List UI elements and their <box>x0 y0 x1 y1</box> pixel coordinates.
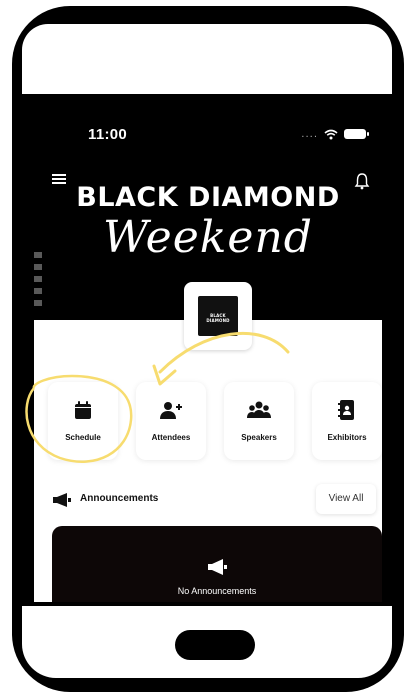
attendees-tile[interactable]: Attendees <box>136 382 206 460</box>
add-person-icon <box>160 402 182 419</box>
speakers-label: Speakers <box>241 433 277 442</box>
schedule-tile[interactable]: Schedule <box>48 382 118 460</box>
wifi-icon <box>324 129 338 139</box>
megaphone-icon <box>208 559 227 575</box>
announcements-title: Announcements <box>80 493 159 504</box>
view-all-button[interactable]: View All <box>316 484 376 514</box>
announcements-card: No Announcements <box>52 526 382 602</box>
brand-title: BLACK DIAMOND <box>76 182 340 213</box>
megaphone-icon <box>53 493 71 507</box>
app-screen: 11:00 .... BLACK DIAMOND Weekend BLACK D… <box>34 104 382 602</box>
battery-icon <box>344 129 369 139</box>
announcements-header: Announcements View All <box>52 484 378 514</box>
status-icons: .... <box>301 126 369 142</box>
speakers-tile[interactable]: Speakers <box>224 382 294 460</box>
signal-icon: .... <box>301 128 318 140</box>
attendees-label: Attendees <box>151 433 191 442</box>
calendar-icon <box>75 401 91 419</box>
no-announcements-text: No Announcements <box>177 586 257 596</box>
event-logo: BLACK DIAMOND <box>184 282 252 350</box>
event-logo-text: BLACK DIAMOND <box>206 313 230 323</box>
brand-script: Weekend <box>103 212 313 263</box>
schedule-label: Schedule <box>65 433 101 442</box>
status-time: 11:00 <box>88 126 128 143</box>
contact-book-icon <box>338 400 354 420</box>
phone-top-bezel <box>22 24 392 94</box>
quick-actions: Schedule Attendees Speakers Exhibitors <box>40 382 382 460</box>
group-icon <box>247 401 271 418</box>
home-button[interactable] <box>175 630 255 660</box>
exhibitors-label: Exhibitors <box>327 433 367 442</box>
exhibitors-tile[interactable]: Exhibitors <box>312 382 382 460</box>
